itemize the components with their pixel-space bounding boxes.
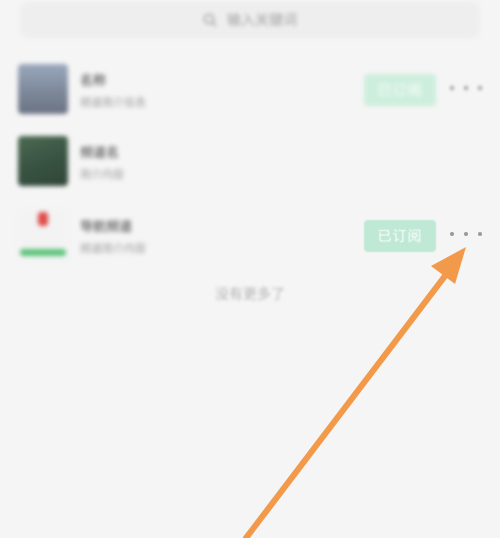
search-icon bbox=[203, 13, 217, 27]
list-item[interactable]: 导航频道 频道简介内容 已订阅 bbox=[0, 204, 500, 268]
list-item[interactable]: 名称 频道简介信息 已订阅 bbox=[0, 58, 500, 122]
more-options-button[interactable] bbox=[450, 226, 482, 242]
channel-title: 名称 bbox=[80, 74, 107, 89]
channel-thumbnail bbox=[18, 136, 68, 186]
no-more-text: 没有更多了 bbox=[215, 287, 285, 303]
subscribed-button[interactable]: 已订阅 bbox=[364, 74, 436, 106]
channel-subtitle: 频道简介内容 bbox=[80, 242, 146, 255]
search-input[interactable]: 输入关键词 bbox=[20, 2, 480, 38]
channel-subtitle: 频道简介信息 bbox=[80, 96, 146, 109]
channel-title: 导航频道 bbox=[80, 220, 133, 235]
channel-subtitle: 简介内容 bbox=[80, 168, 124, 181]
channel-thumbnail bbox=[18, 210, 68, 260]
channel-title: 频道名 bbox=[80, 146, 120, 161]
more-dots-icon bbox=[450, 232, 454, 236]
channel-thumbnail bbox=[18, 64, 68, 114]
search-placeholder: 输入关键词 bbox=[227, 13, 297, 29]
subscribed-button[interactable]: 已订阅 bbox=[364, 220, 436, 252]
list-item[interactable]: 频道名 简介内容 bbox=[0, 130, 500, 194]
more-options-button[interactable] bbox=[450, 80, 482, 96]
more-dots-icon bbox=[450, 86, 454, 90]
